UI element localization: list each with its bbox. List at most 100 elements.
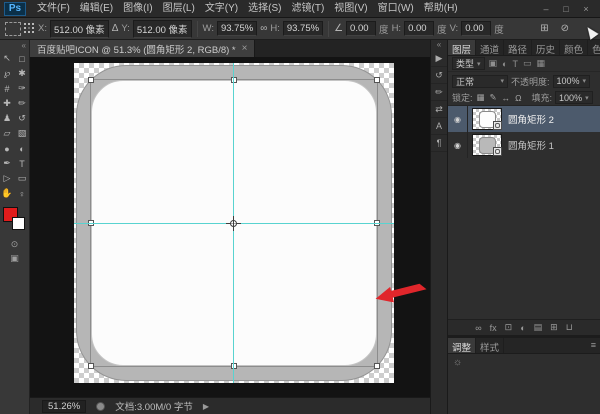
tab-color[interactable]: 颜色 xyxy=(560,40,588,55)
tool-stamp[interactable]: ♟ xyxy=(0,111,15,126)
layer-row-rounded-rect-2[interactable]: ◉ 圆角矩形 2 xyxy=(448,106,600,132)
tab-history[interactable]: 历史 xyxy=(532,40,560,55)
tool-hand[interactable]: ✋ xyxy=(0,186,15,201)
menu-item-view[interactable]: 视图(V) xyxy=(329,0,372,18)
menu-item-image[interactable]: 图像(I) xyxy=(118,0,157,18)
clone-source-panel-icon[interactable]: ⇄ xyxy=(431,101,447,118)
layer-row-rounded-rect-1[interactable]: ◉ 圆角矩形 1 xyxy=(448,132,600,158)
minimize-button[interactable]: – xyxy=(536,0,556,18)
link-dimensions-icon[interactable]: ∞ xyxy=(260,23,267,34)
brush-presets-panel-icon[interactable]: ✏ xyxy=(431,84,447,101)
layer-name[interactable]: 圆角矩形 1 xyxy=(508,138,554,152)
layer-filter-kind-select[interactable]: 类型▾ xyxy=(452,57,485,70)
tool-healing[interactable]: ✚ xyxy=(0,96,15,111)
document-canvas[interactable] xyxy=(74,63,394,383)
layer-mask-icon[interactable]: ⊡ xyxy=(505,322,513,333)
relative-position-toggle[interactable]: Δ xyxy=(112,23,119,34)
new-adjustment-layer-icon[interactable]: ◐ xyxy=(520,323,525,333)
menu-item-select[interactable]: 选择(S) xyxy=(243,0,286,18)
width-scale-field[interactable]: 93.75% xyxy=(217,21,257,36)
delete-layer-icon[interactable]: ⊔ xyxy=(566,322,573,333)
transform-handle-bottom-left[interactable] xyxy=(88,363,94,369)
cancel-transform-icon[interactable]: ⊘ xyxy=(561,23,569,34)
tool-type[interactable]: T xyxy=(15,156,30,171)
layer-name[interactable]: 圆角矩形 2 xyxy=(508,112,554,126)
tab-swatches[interactable]: 色板 xyxy=(588,40,600,55)
screen-mode-icon[interactable]: ▣ xyxy=(0,251,29,265)
tool-crop[interactable]: # xyxy=(0,81,15,96)
tool-history-brush[interactable]: ↺ xyxy=(15,111,30,126)
layer-thumbnail[interactable] xyxy=(472,108,502,130)
rotation-field[interactable]: 0.00 xyxy=(346,21,376,36)
opacity-select[interactable]: 100%▾ xyxy=(553,75,591,88)
canvas-area[interactable] xyxy=(30,57,430,397)
menu-item-window[interactable]: 窗口(W) xyxy=(373,0,419,18)
h-skew-field[interactable]: 0.00 xyxy=(404,21,434,36)
layer-style-icon[interactable]: fx xyxy=(490,323,497,333)
menu-item-edit[interactable]: 编辑(E) xyxy=(75,0,118,18)
history-panel-icon[interactable]: ↺ xyxy=(431,67,447,84)
status-options-arrow[interactable]: ▶ xyxy=(203,402,209,411)
tool-rectangle[interactable]: ▭ xyxy=(15,171,30,186)
transform-handle-bottom-right[interactable] xyxy=(374,363,380,369)
lock-pixels-icon[interactable]: ✎ xyxy=(489,92,498,103)
filter-adjustment-layers-icon[interactable]: ◐ xyxy=(501,59,508,69)
reference-point-locator[interactable] xyxy=(24,23,35,34)
filter-smart-objects-icon[interactable]: ▦ xyxy=(536,58,547,69)
quick-mask-icon[interactable]: ⊙ xyxy=(0,237,29,251)
tool-blur[interactable]: ● xyxy=(0,141,15,156)
height-scale-field[interactable]: 93.75% xyxy=(283,21,323,36)
transform-handle-top-left[interactable] xyxy=(88,77,94,83)
panel-menu-icon[interactable]: ≡ xyxy=(587,338,600,353)
new-layer-icon[interactable]: ⊞ xyxy=(550,322,558,333)
fill-select[interactable]: 100%▾ xyxy=(555,91,593,104)
tool-pen[interactable]: ✒ xyxy=(0,156,15,171)
menu-item-type[interactable]: 文字(Y) xyxy=(200,0,243,18)
tool-quick-select[interactable]: ✱ xyxy=(15,66,30,81)
filter-shape-layers-icon[interactable]: ▭ xyxy=(522,58,533,69)
adjustment-preset-icon[interactable]: ☼ xyxy=(453,357,462,368)
tool-path-select[interactable]: ▷ xyxy=(0,171,15,186)
tool-dodge[interactable]: ◐ xyxy=(15,141,30,156)
tool-eraser[interactable]: ▱ xyxy=(0,126,15,141)
background-color-swatch[interactable] xyxy=(12,217,25,230)
document-tab[interactable]: 百度贴吧ICON @ 51.3% (圆角矩形 2, RGB/8) * × xyxy=(30,40,255,57)
tab-layers[interactable]: 图层 xyxy=(448,40,476,55)
close-button[interactable]: × xyxy=(576,0,596,18)
paragraph-panel-icon[interactable]: ¶ xyxy=(431,135,447,152)
lock-transparent-icon[interactable]: ▦ xyxy=(476,92,486,103)
tab-channels[interactable]: 通道 xyxy=(476,40,504,55)
transform-handle-top-center[interactable] xyxy=(231,77,237,83)
menu-item-file[interactable]: 文件(F) xyxy=(32,0,75,18)
layer-visibility-eye-icon[interactable]: ◉ xyxy=(448,106,468,132)
link-layers-icon[interactable]: ∞ xyxy=(475,323,481,333)
toolbar-collapse-icon[interactable]: « xyxy=(0,40,29,51)
layer-visibility-eye-icon[interactable]: ◉ xyxy=(448,132,468,158)
zoom-level-field[interactable]: 51.26% xyxy=(42,400,86,413)
transform-handle-top-right[interactable] xyxy=(374,77,380,83)
tab-styles[interactable]: 样式 xyxy=(476,338,504,353)
lock-position-icon[interactable]: ↔ xyxy=(501,93,512,103)
y-position-field[interactable]: 512.00 像素 xyxy=(133,20,192,38)
tab-adjustments[interactable]: 调整 xyxy=(448,338,476,353)
tool-lasso[interactable]: ℘ xyxy=(0,66,15,81)
tool-move[interactable]: ↖ xyxy=(0,51,15,66)
blend-mode-select[interactable]: 正常▾ xyxy=(452,75,508,88)
transform-tool-icon[interactable] xyxy=(5,22,21,36)
layer-thumbnail[interactable] xyxy=(472,134,502,156)
tool-eyedropper[interactable]: ✑ xyxy=(15,81,30,96)
warp-mode-icon[interactable]: ⊞ xyxy=(540,23,548,34)
menu-item-filter[interactable]: 滤镜(T) xyxy=(287,0,330,18)
filter-type-layers-icon[interactable]: T xyxy=(511,59,519,69)
tab-close-icon[interactable]: × xyxy=(242,43,248,54)
menu-item-help[interactable]: 帮助(H) xyxy=(419,0,463,18)
x-position-field[interactable]: 512.00 像素 xyxy=(50,20,109,38)
menu-item-layer[interactable]: 图层(L) xyxy=(158,0,200,18)
transform-handle-bottom-center[interactable] xyxy=(231,363,237,369)
maximize-button[interactable]: □ xyxy=(556,0,576,18)
dock-expand-icon[interactable]: « xyxy=(431,40,447,50)
actions-panel-icon[interactable]: ▶ xyxy=(431,50,447,67)
filter-pixel-layers-icon[interactable]: ▣ xyxy=(488,58,499,69)
character-panel-icon[interactable]: A xyxy=(431,118,447,135)
tool-brush[interactable]: ✏ xyxy=(15,96,30,111)
